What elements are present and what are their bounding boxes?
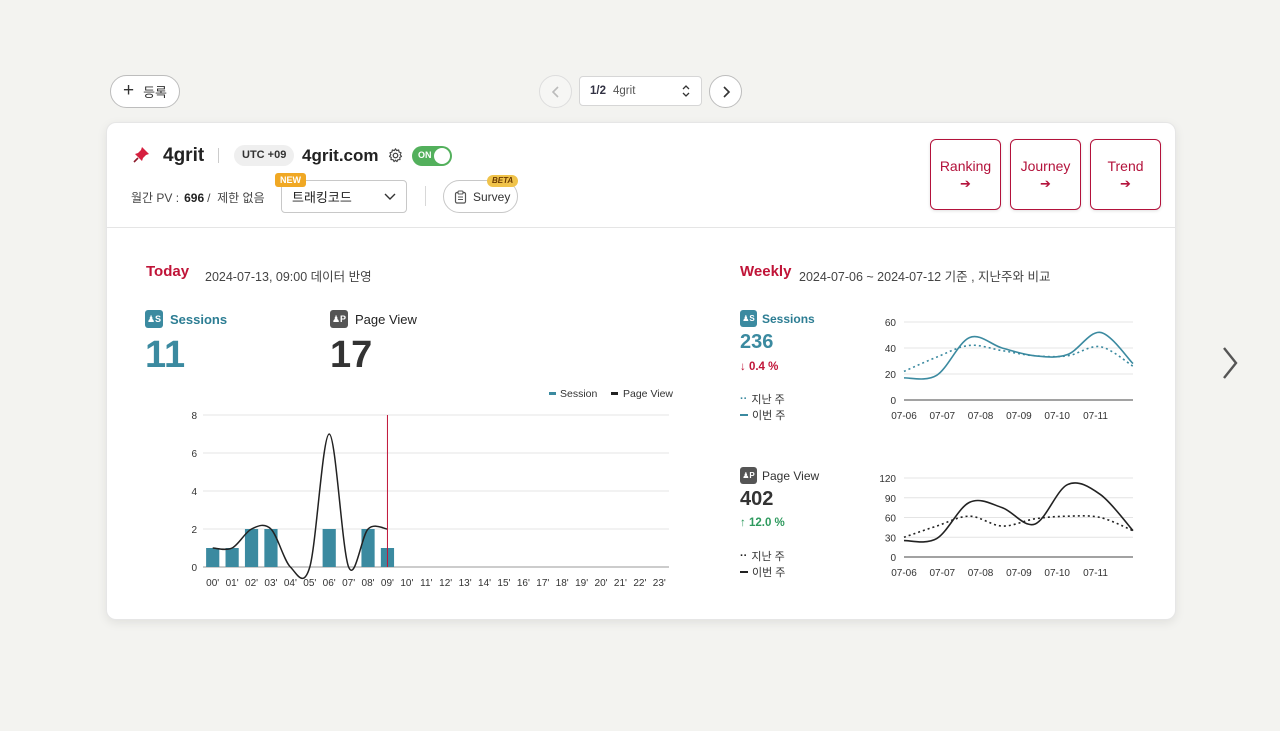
weekly-sessions-last-week-line: [903, 344, 1134, 373]
y-tick-label: 6: [191, 449, 197, 460]
weekly-sessions-this-week-line: [903, 331, 1134, 380]
x-tick-label: 07-11: [1083, 411, 1108, 422]
x-tick-label: 04': [284, 578, 297, 589]
chevron-right-icon[interactable]: [1219, 345, 1241, 381]
chevron-right-icon: [722, 85, 730, 98]
x-tick-label: 05': [303, 578, 316, 589]
x-tick-label: 10': [400, 578, 413, 589]
x-tick-label: 07-10: [1044, 568, 1070, 579]
x-tick-label: 07-11: [1083, 568, 1108, 579]
x-tick-label: 07-07: [930, 568, 956, 579]
x-tick-label: 07': [342, 578, 355, 589]
session-bar: [225, 548, 239, 567]
x-tick-label: 07-07: [930, 411, 956, 422]
legend-session-swatch: [549, 392, 556, 395]
x-tick-label: 06': [323, 578, 336, 589]
pager-site-name: 4grit: [613, 85, 636, 97]
x-tick-label: 11': [420, 578, 432, 589]
chevron-left-icon: [551, 85, 559, 98]
session-bar: [361, 529, 375, 567]
weekly-pageview-this-week-line: [903, 482, 1134, 543]
plus-icon: +: [122, 80, 135, 101]
x-tick-label: 12': [439, 578, 452, 589]
x-tick-label: 07-08: [968, 568, 994, 579]
y-tick-label: 0: [890, 553, 896, 564]
x-tick-label: 07-10: [1044, 411, 1070, 422]
x-tick-label: 17': [536, 578, 549, 589]
y-tick-label: 90: [885, 494, 897, 505]
site-pager-select[interactable]: 1/2 4grit: [579, 76, 702, 106]
x-tick-label: 07-09: [1006, 411, 1032, 422]
y-tick-label: 120: [879, 474, 896, 485]
x-tick-label: 07-08: [968, 411, 994, 422]
y-tick-label: 4: [191, 487, 197, 498]
session-bar: [244, 529, 259, 567]
x-tick-label: 07-09: [1006, 568, 1032, 579]
x-tick-label: 02': [245, 578, 258, 589]
register-label: 등록: [143, 85, 168, 100]
x-tick-label: 15': [497, 578, 510, 589]
x-tick-label: 01': [226, 578, 239, 589]
session-bar: [322, 529, 336, 567]
next-page-button[interactable]: [709, 75, 742, 108]
y-tick-label: 2: [191, 525, 197, 536]
x-tick-label: 00': [206, 578, 219, 589]
x-tick-label: 07-06: [891, 568, 917, 579]
x-tick-label: 09': [381, 578, 394, 589]
legend-pageview-label: Page View: [623, 388, 673, 400]
x-tick-label: 22': [633, 578, 646, 589]
y-tick-label: 0: [191, 563, 197, 574]
x-tick-label: 03': [264, 578, 277, 589]
y-tick-label: 8: [191, 411, 197, 422]
y-tick-label: 60: [885, 318, 897, 329]
x-tick-label: 14': [478, 578, 491, 589]
session-bar: [206, 548, 220, 567]
y-tick-label: 30: [885, 533, 897, 544]
charts-canvas: 0 2 4 6 8 00' 01' 02' 03' 04' 05' 06' 07' 08' 09' 10' 11…: [191, 318, 1134, 589]
site-card: 4grit UTC +09 4grit.com ON 월간 PV :696/ 제…: [106, 122, 1176, 620]
x-tick-label: 13': [459, 578, 472, 589]
x-tick-label: 08': [362, 578, 375, 589]
legend-pageview-swatch: [611, 392, 618, 395]
register-button[interactable]: + 등록: [110, 75, 180, 108]
prev-page-button[interactable]: [539, 75, 572, 108]
x-tick-label: 20': [595, 578, 608, 589]
x-tick-label: 16': [517, 578, 530, 589]
x-tick-label: 19': [575, 578, 588, 589]
legend-session-label: Session: [560, 388, 598, 400]
session-bar: [264, 529, 278, 567]
x-tick-label: 21': [614, 578, 627, 589]
x-tick-label: 23': [653, 578, 666, 589]
y-tick-label: 0: [890, 396, 896, 407]
updown-icon: [682, 85, 690, 97]
y-tick-label: 40: [885, 344, 897, 355]
x-tick-label: 07-06: [891, 411, 917, 422]
y-tick-label: 60: [885, 514, 897, 525]
x-tick-label: 18': [556, 578, 569, 589]
y-tick-label: 20: [885, 370, 897, 381]
pager-index: 1/2: [590, 85, 607, 97]
pageview-line: [212, 433, 388, 580]
